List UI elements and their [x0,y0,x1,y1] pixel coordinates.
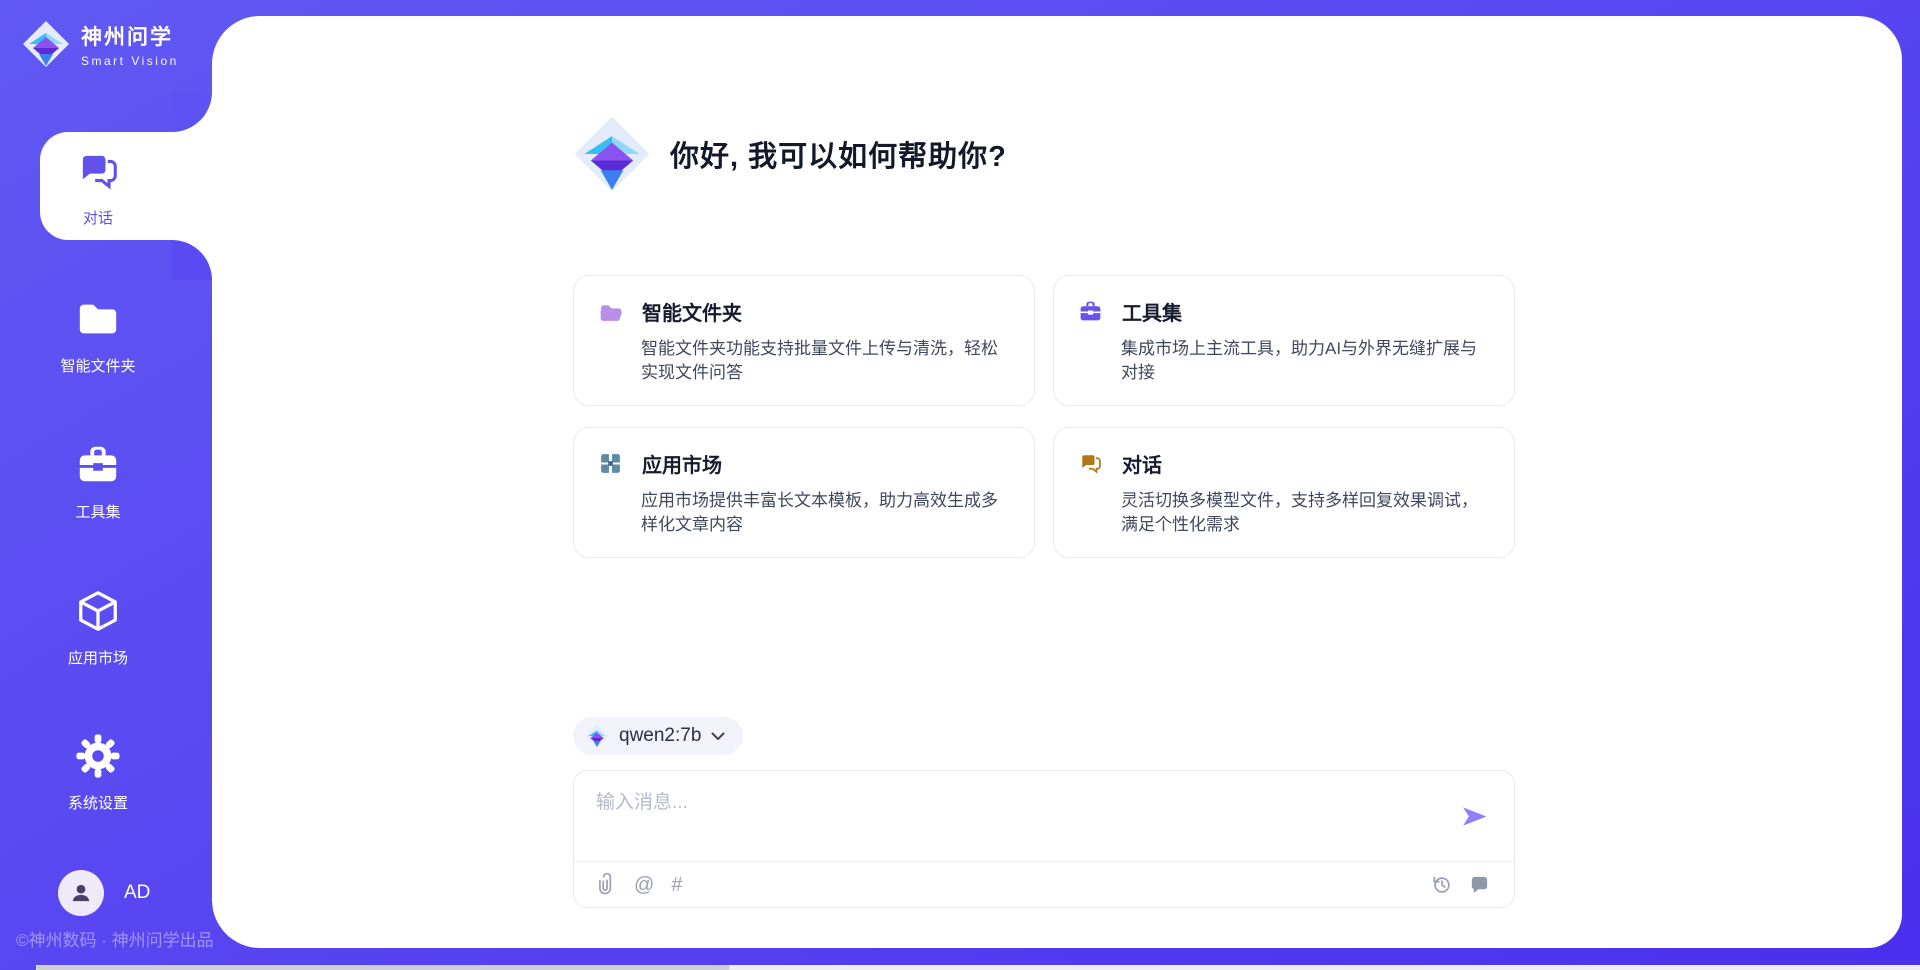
model-name: qwen2:7b [619,725,701,747]
card-description: 灵活切换多模型文件，支持多样回复效果调试，满足个性化需求 [1121,489,1490,538]
sidebar-item-label: 对话 [0,207,196,228]
sidebar-item-chat[interactable]: 对话 [0,148,196,228]
tab-curve-bottom [172,240,212,280]
card-toolset[interactable]: 工具集 集成市场上主流工具，助力AI与外界无缝扩展与对接 [1053,275,1515,406]
sidebar-item-toolset[interactable]: 工具集 [0,442,196,522]
folder-icon [75,296,121,342]
message-icon [1469,874,1490,895]
greeting-row: 你好, 我可以如何帮助你? [573,115,1007,193]
card-title: 工具集 [1122,297,1182,326]
sidebar-item-app-market[interactable]: 应用市场 [0,588,196,668]
person-icon [68,880,94,906]
user-name: AD [124,882,150,904]
card-description: 应用市场提供丰富长文本模板，助力高效生成多样化文章内容 [641,489,1010,538]
main-content-panel: 你好, 我可以如何帮助你? 智能文件夹 智能文件夹功能支持批量文件上传与清洗，轻… [212,16,1902,948]
message-input[interactable] [596,787,1416,853]
brand-name: 神州问学 [81,21,179,51]
history-button[interactable] [1431,874,1452,895]
feedback-button[interactable] [1469,874,1490,895]
sidebar-item-label: 工具集 [0,501,196,522]
grid-icon [598,451,623,476]
card-chat[interactable]: 对话 灵活切换多模型文件，支持多样回复效果调试，满足个性化需求 [1053,427,1515,558]
sidebar-item-settings[interactable]: 系统设置 [0,733,196,813]
cube-icon [75,588,121,634]
card-app-market[interactable]: 应用市场 应用市场提供丰富长文本模板，助力高效生成多样化文章内容 [573,427,1035,558]
brand-logo: 神州问学 Smart Vision [22,20,179,68]
toolbox-icon [75,442,121,488]
feature-cards: 智能文件夹 智能文件夹功能支持批量文件上传与清洗，轻松实现文件问答 工具集 集 [573,275,1515,558]
folder-open-icon [598,299,623,324]
logo-diamond-icon [573,115,651,193]
logo-diamond-icon [585,724,609,748]
history-icon [1431,874,1452,895]
greeting-text: 你好, 我可以如何帮助你? [670,133,1007,175]
sidebar-item-label: 智能文件夹 [0,355,196,376]
horizontal-scrollbar[interactable] [36,965,1920,970]
card-description: 智能文件夹功能支持批量文件上传与清洗，轻松实现文件问答 [641,337,1010,386]
avatar [58,870,104,916]
copyright-footer: ©神州数码 · 神州问学出品 [16,926,214,951]
paperclip-icon [598,873,617,896]
send-icon [1461,804,1488,829]
toolbox-icon [1078,299,1103,324]
card-title: 对话 [1122,449,1162,478]
at-icon[interactable]: @ [634,875,654,895]
chevron-down-icon [711,732,725,741]
app-window: 神州问学 Smart Vision 对话 智能文件夹 [0,0,1920,970]
send-button[interactable] [1461,804,1488,829]
brand-subtitle: Smart Vision [81,54,179,68]
sidebar-item-label: 应用市场 [0,647,196,668]
scrollbar-thumb[interactable] [36,965,730,970]
logo-diamond-icon [22,20,70,68]
hash-icon[interactable]: # [671,875,682,895]
tab-curve-top [172,92,212,132]
attach-button[interactable] [598,873,617,896]
gear-icon [75,733,121,779]
composer-toolbar: @ # [574,862,1514,907]
sidebar-item-smart-folder[interactable]: 智能文件夹 [0,296,196,376]
card-title: 应用市场 [642,449,722,478]
chat-icon [1078,451,1103,476]
chat-icon [75,148,121,194]
message-composer: @ # [573,770,1515,908]
sidebar-item-label: 系统设置 [0,792,196,813]
card-smart-folder[interactable]: 智能文件夹 智能文件夹功能支持批量文件上传与清洗，轻松实现文件问答 [573,275,1035,406]
card-description: 集成市场上主流工具，助力AI与外界无缝扩展与对接 [1121,337,1490,386]
card-title: 智能文件夹 [642,297,742,326]
model-selector[interactable]: qwen2:7b [573,717,743,755]
user-account[interactable]: AD [58,870,150,916]
